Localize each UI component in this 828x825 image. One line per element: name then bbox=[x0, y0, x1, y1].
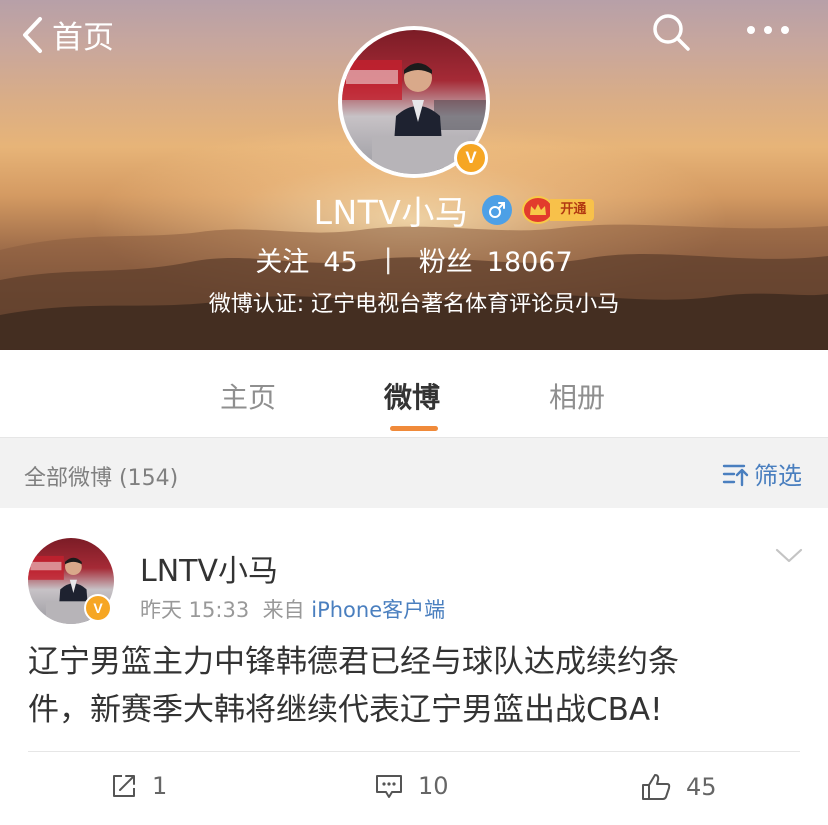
vip-label: 开通 bbox=[550, 199, 595, 221]
chevron-down-icon[interactable] bbox=[774, 546, 804, 566]
filter-icon bbox=[722, 464, 749, 486]
post-time: 昨天 15:33 bbox=[140, 598, 250, 622]
comment-icon bbox=[376, 775, 402, 798]
back-button[interactable]: 首页 bbox=[20, 12, 114, 57]
like-count: 45 bbox=[686, 773, 717, 801]
post-source[interactable]: iPhone客户端 bbox=[311, 598, 445, 622]
followers-label: 粉丝 bbox=[418, 247, 473, 278]
post-verified-icon: V bbox=[84, 594, 112, 622]
comment-count: 10 bbox=[418, 772, 449, 800]
followers-stat[interactable]: 粉丝 18067 bbox=[419, 240, 573, 279]
profile-header: 首页 V LNTV小马 开通 关注 45 | 粉丝 18067 微博认证: 辽宁… bbox=[0, 0, 828, 350]
comment-button[interactable]: 10 bbox=[374, 772, 449, 800]
back-label: 首页 bbox=[52, 20, 114, 56]
post-meta: 昨天 15:33 来自 iPhone客户端 bbox=[140, 594, 445, 624]
tab-home[interactable]: 主页 bbox=[220, 376, 276, 416]
all-posts-count: 全部微博 (154) bbox=[24, 466, 179, 491]
post-divider bbox=[28, 751, 800, 752]
post-card: V LNTV小马 昨天 15:33 来自 iPhone客户端 辽宁男篮主力中锋韩… bbox=[0, 508, 828, 825]
stats-separator: | bbox=[383, 244, 393, 275]
profile-tabs: 主页 微博 相册 bbox=[0, 350, 828, 438]
post-from-label: 来自 bbox=[262, 598, 305, 622]
tab-album[interactable]: 相册 bbox=[549, 376, 605, 416]
following-stat[interactable]: 关注 45 bbox=[255, 240, 357, 279]
repost-icon bbox=[113, 775, 135, 797]
more-icon[interactable] bbox=[745, 20, 791, 40]
like-icon bbox=[642, 774, 671, 800]
post-author-name[interactable]: LNTV小马 bbox=[140, 546, 278, 590]
gender-male-icon bbox=[482, 195, 513, 225]
follow-stats: 关注 45 | 粉丝 18067 bbox=[0, 240, 828, 279]
like-button[interactable]: 45 bbox=[640, 772, 717, 802]
profile-name-row: LNTV小马 开通 bbox=[0, 186, 828, 234]
repost-button[interactable]: 1 bbox=[110, 772, 167, 800]
post-text-line: 辽宁男篮主力中锋韩德君已经与球队达成续约条 bbox=[28, 644, 679, 680]
repost-count: 1 bbox=[152, 772, 168, 800]
following-count: 45 bbox=[323, 247, 358, 278]
post-text-line: 件，新赛季大韩将继续代表辽宁男篮出战CBA! bbox=[28, 692, 663, 728]
following-label: 关注 bbox=[255, 247, 310, 278]
filter-bar: 全部微博 (154) 筛选 bbox=[0, 438, 828, 508]
verified-description: 微博认证: 辽宁电视台著名体育评论员小马 bbox=[208, 292, 620, 317]
filter-button[interactable]: 筛选 bbox=[722, 456, 802, 491]
verified-icon: V bbox=[454, 141, 488, 175]
profile-name: LNTV小马 bbox=[313, 193, 469, 232]
active-tab-indicator bbox=[390, 426, 438, 431]
chevron-left-icon bbox=[23, 16, 42, 53]
vip-badge[interactable]: 开通 bbox=[522, 196, 595, 224]
filter-label: 筛选 bbox=[754, 462, 802, 490]
search-icon[interactable] bbox=[651, 12, 691, 52]
followers-count: 18067 bbox=[486, 247, 573, 278]
tab-weibo[interactable]: 微博 bbox=[384, 376, 440, 416]
post-text: 辽宁男篮主力中锋韩德君已经与球队达成续约条 件，新赛季大韩将继续代表辽宁男篮出战… bbox=[28, 638, 808, 734]
